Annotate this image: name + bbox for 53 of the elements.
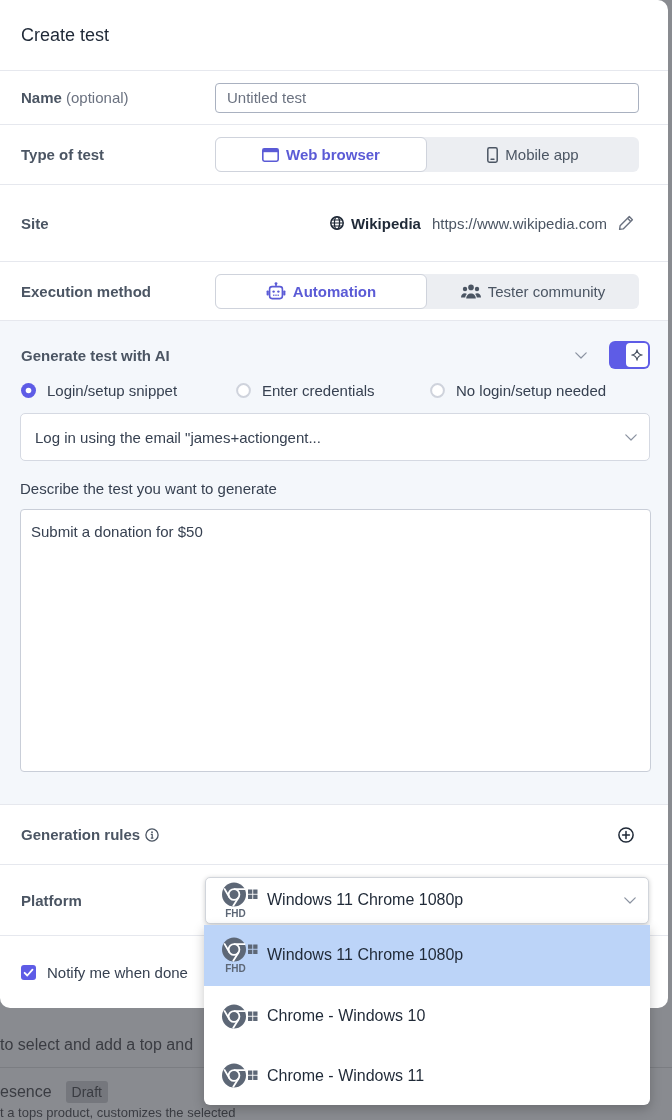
browser-os-logo-icon [222, 1063, 258, 1088]
status-badge: Draft [65, 1081, 108, 1103]
pencil-icon[interactable] [618, 215, 634, 231]
field-label: Generation rules [21, 826, 141, 843]
browser-os-logo-icon [222, 1003, 258, 1029]
chevron-down-icon [624, 896, 636, 904]
field-label: Type of test [21, 146, 106, 163]
platform-select[interactable]: FHD Windows 11 Chrome 1080p [205, 876, 649, 924]
field-label: Describe the test you want to generate [20, 480, 277, 498]
robot-icon [265, 282, 286, 300]
field-label: Site [21, 214, 50, 232]
description-input[interactable]: Submit a donation for $50 [20, 509, 651, 772]
resolution-label: FHD [225, 962, 246, 974]
checkbox[interactable] [21, 964, 36, 980]
chevron-down-icon [625, 433, 637, 441]
field-label: Name (optional) [21, 89, 130, 106]
item-description: t a tops product, customizes the selected [0, 1105, 236, 1120]
dropdown-option[interactable]: Chrome - Windows 11 [204, 1046, 650, 1105]
radio-label[interactable]: Enter credentials [262, 381, 375, 399]
browser-window-icon [262, 147, 280, 162]
sparkle-icon [631, 349, 643, 361]
checkbox-label[interactable]: Notify me when done [47, 963, 188, 981]
snippet-select[interactable]: Log in using the email "james+actiongent... [20, 413, 650, 461]
dropdown-option[interactable]: Chrome - Windows 10 [204, 985, 650, 1047]
field-label: Execution method [21, 282, 152, 300]
name-input[interactable]: Untitled test [215, 82, 639, 113]
radio-button[interactable] [430, 382, 445, 398]
item-title: esence [0, 1083, 52, 1101]
field-label: Platform [21, 891, 83, 909]
radio-label[interactable]: Login/setup snippet [47, 381, 178, 399]
segmented-option[interactable]: Mobile app [427, 137, 639, 172]
info-icon[interactable] [145, 827, 160, 842]
dropdown-option[interactable]: FHD Windows 11 Chrome 1080p [204, 924, 650, 986]
browser-os-logo-icon [222, 936, 258, 962]
radio-button[interactable] [21, 382, 36, 398]
browser-os-logo-icon [222, 881, 258, 907]
globe-icon [330, 216, 345, 230]
site-url: https://www.wikipedia.com [431, 214, 607, 232]
chevron-down-icon[interactable] [575, 351, 587, 359]
segmented-option[interactable]: Automation [215, 273, 427, 309]
radio-label[interactable]: No login/setup needed [456, 381, 607, 399]
radio-button[interactable] [236, 382, 251, 398]
people-icon [460, 283, 481, 299]
segmented-option[interactable]: Tester community [427, 273, 639, 309]
section-title: Generate test with AI [21, 346, 170, 364]
segmented-option[interactable]: Web browser [215, 137, 427, 172]
ai-toggle-switch[interactable] [609, 341, 650, 369]
dialog-title: Create test [21, 24, 110, 46]
resolution-label: FHD [225, 907, 246, 919]
page-text: to select and add a top and [0, 1036, 194, 1054]
add-circle-icon[interactable] [618, 826, 634, 843]
phone-icon [487, 146, 499, 163]
site-name: Wikipedia [351, 214, 421, 232]
